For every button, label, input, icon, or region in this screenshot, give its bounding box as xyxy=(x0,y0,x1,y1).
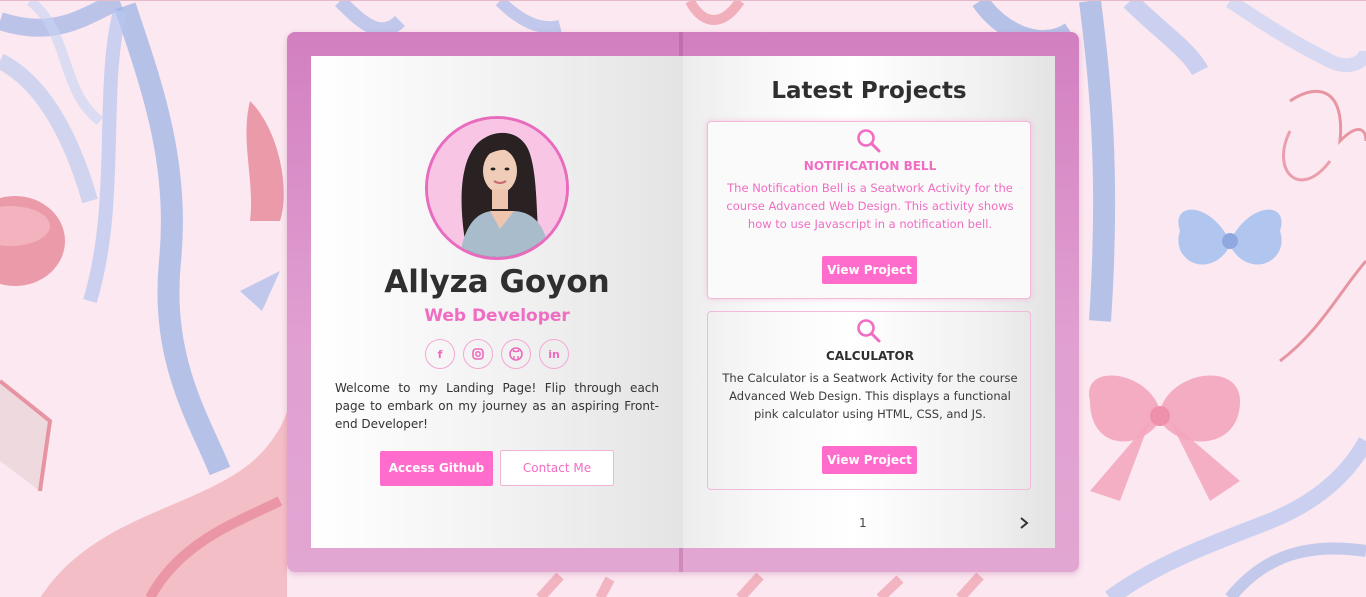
facebook-glyph: f xyxy=(437,347,443,361)
profile-photo xyxy=(425,116,569,260)
project-description: The Notification Bell is a Seatwork Acti… xyxy=(726,181,1014,231)
projects-title: Latest Projects xyxy=(771,78,967,104)
project-title: CALCULATOR xyxy=(826,349,914,363)
chevron-right-icon[interactable] xyxy=(1017,515,1031,531)
search-icon xyxy=(857,319,881,343)
profile-page: Allyza Goyon Web Developer f in Welcome … xyxy=(311,56,683,548)
profile-role: Web Developer xyxy=(424,306,570,326)
social-links: f in xyxy=(425,339,569,369)
contact-me-button[interactable]: Contact Me xyxy=(500,450,614,486)
github-icon[interactable] xyxy=(501,339,531,369)
intro-text: Welcome to my Landing Page! Flip through… xyxy=(335,381,659,431)
linkedin-icon[interactable]: in xyxy=(539,339,569,369)
project-card-calculator: CALCULATOR The Calculator is a Seatwork … xyxy=(707,311,1031,490)
search-icon xyxy=(857,129,881,153)
project-description: The Calculator is a Seatwork Activity fo… xyxy=(722,371,1018,421)
instagram-glyph xyxy=(472,348,484,360)
github-glyph xyxy=(509,347,523,361)
page-number: 1 xyxy=(859,516,867,530)
project-card-notification-bell: NOTIFICATION BELL The Notification Bell … xyxy=(707,121,1031,299)
portfolio-book: Allyza Goyon Web Developer f in Welcome … xyxy=(287,32,1079,572)
facebook-icon[interactable]: f xyxy=(425,339,455,369)
portrait-image xyxy=(428,119,566,257)
view-project-button[interactable]: View Project xyxy=(822,446,917,474)
view-project-button[interactable]: View Project xyxy=(822,256,917,284)
project-title: NOTIFICATION BELL xyxy=(803,159,937,173)
instagram-icon[interactable] xyxy=(463,339,493,369)
access-github-button[interactable]: Access Github xyxy=(380,451,493,486)
profile-name: Allyza Goyon xyxy=(384,264,610,300)
linkedin-glyph: in xyxy=(548,347,560,361)
projects-page: Latest Projects NOTIFICATION BELL The No… xyxy=(683,56,1055,548)
